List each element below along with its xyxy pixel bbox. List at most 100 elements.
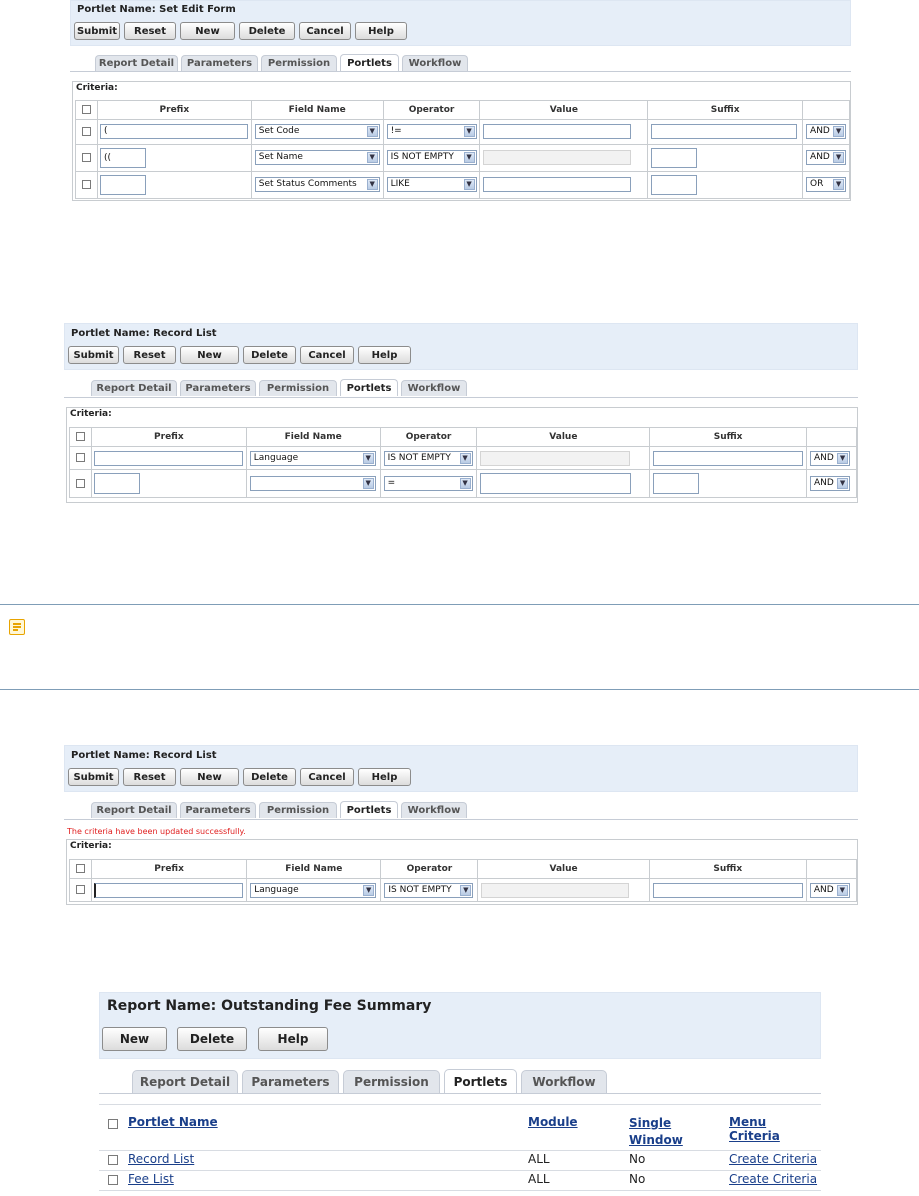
prefix-input[interactable]: [94, 883, 244, 898]
single-window-column-header[interactable]: Single Window: [629, 1115, 699, 1149]
tab-parameters[interactable]: Parameters: [181, 55, 258, 71]
row-checkbox[interactable]: [75, 453, 85, 462]
reset-button[interactable]: Reset: [123, 768, 176, 786]
tab-permission[interactable]: Permission: [259, 380, 337, 396]
portlet-fee-list-link[interactable]: Fee List: [128, 1172, 174, 1186]
tab-portlets[interactable]: Portlets: [340, 379, 398, 396]
tab-portlets[interactable]: Portlets: [340, 54, 399, 71]
prefix-input[interactable]: [93, 451, 243, 466]
row-checkbox[interactable]: [108, 1155, 118, 1165]
suffix-input[interactable]: [651, 175, 698, 195]
tab-report-detail[interactable]: Report Detail: [91, 380, 177, 396]
prefix-input[interactable]: [99, 175, 146, 195]
value-input[interactable]: [483, 177, 632, 192]
select-all-checkbox[interactable]: [81, 105, 91, 114]
value-input-disabled: [480, 451, 631, 466]
tab-parameters[interactable]: Parameters: [180, 380, 256, 396]
field-name-select[interactable]: ▼: [249, 476, 376, 491]
value-input[interactable]: [483, 124, 632, 139]
module-column-header[interactable]: Module: [528, 1115, 578, 1129]
operator-select[interactable]: LIKE ▼: [386, 177, 477, 192]
reset-button[interactable]: Reset: [124, 22, 176, 40]
logic-select[interactable]: AND ▼: [806, 150, 847, 165]
tab-parameters[interactable]: Parameters: [180, 802, 256, 818]
cancel-button[interactable]: Cancel: [299, 22, 351, 40]
suffix-input[interactable]: [652, 883, 803, 898]
prefix-input[interactable]: (: [99, 124, 248, 139]
tab-report-detail[interactable]: Report Detail: [91, 802, 177, 818]
help-button[interactable]: Help: [258, 1027, 328, 1051]
tab-parameters[interactable]: Parameters: [242, 1070, 339, 1093]
portlet-record-list-link[interactable]: Record List: [128, 1152, 194, 1166]
tab-permission[interactable]: Permission: [259, 802, 337, 818]
tab-report-detail[interactable]: Report Detail: [132, 1070, 238, 1093]
tab-workflow[interactable]: Workflow: [402, 55, 468, 71]
select-all-checkbox[interactable]: [75, 432, 85, 441]
tab-workflow[interactable]: Workflow: [521, 1070, 607, 1093]
tab-workflow[interactable]: Workflow: [401, 380, 467, 396]
operator-select[interactable]: IS NOT EMPTY ▼: [384, 883, 474, 898]
help-button[interactable]: Help: [358, 768, 411, 786]
field-name-select[interactable]: Set Name ▼: [254, 150, 380, 165]
tab-report-detail[interactable]: Report Detail: [95, 55, 178, 71]
new-button[interactable]: New: [180, 22, 235, 40]
field-name-select[interactable]: Set Code ▼: [254, 124, 380, 139]
help-button[interactable]: Help: [355, 22, 407, 40]
operator-select[interactable]: IS NOT EMPTY ▼: [386, 150, 477, 165]
logic-select[interactable]: AND ▼: [810, 476, 851, 491]
operator-select[interactable]: IS NOT EMPTY ▼: [383, 451, 473, 466]
tab-workflow[interactable]: Workflow: [401, 802, 467, 818]
suffix-header: Suffix: [647, 100, 804, 120]
new-button[interactable]: New: [180, 768, 239, 786]
cancel-button[interactable]: Cancel: [300, 768, 354, 786]
logic-select[interactable]: AND ▼: [806, 124, 847, 139]
select-all-checkbox[interactable]: [108, 1119, 118, 1129]
field-name-select[interactable]: Set Status Comments ▼: [254, 177, 380, 192]
suffix-input[interactable]: [653, 451, 804, 466]
suffix-input[interactable]: [651, 124, 798, 139]
prefix-input[interactable]: ((: [99, 148, 146, 168]
row-checkbox[interactable]: [76, 885, 85, 894]
delete-button[interactable]: Delete: [243, 346, 296, 364]
operator-select[interactable]: != ▼: [386, 124, 477, 139]
menu-criteria-column-header[interactable]: Menu Criteria: [729, 1115, 821, 1143]
row-checkbox[interactable]: [75, 478, 85, 488]
prefix-input[interactable]: [93, 473, 140, 494]
submit-button[interactable]: Submit: [74, 22, 120, 40]
logic-select[interactable]: AND ▼: [809, 883, 850, 898]
report-name-title: Report Name: Outstanding Fee Summary: [107, 998, 432, 1014]
tab-permission[interactable]: Permission: [343, 1070, 440, 1093]
new-button[interactable]: New: [102, 1027, 167, 1051]
suffix-input[interactable]: [653, 473, 700, 494]
tab-portlets[interactable]: Portlets: [340, 801, 398, 818]
suffix-input[interactable]: [651, 148, 698, 168]
delete-button[interactable]: Delete: [177, 1027, 247, 1051]
delete-button[interactable]: Delete: [243, 768, 296, 786]
submit-button[interactable]: Submit: [68, 346, 119, 364]
reset-button[interactable]: Reset: [123, 346, 176, 364]
submit-button[interactable]: Submit: [68, 768, 119, 786]
delete-button[interactable]: Delete: [239, 22, 295, 40]
row-checkbox[interactable]: [81, 153, 91, 162]
select-all-checkbox[interactable]: [76, 864, 85, 873]
row-checkbox[interactable]: [108, 1175, 118, 1185]
criteria-header-row: Prefix Field Name Operator Value Suffix: [75, 100, 850, 120]
field-name-select[interactable]: Language ▼: [249, 451, 376, 466]
row-checkbox[interactable]: [81, 180, 91, 189]
operator-select[interactable]: = ▼: [383, 476, 473, 491]
value-input[interactable]: [480, 473, 632, 494]
new-button[interactable]: New: [180, 346, 239, 364]
tab-divider: [70, 71, 851, 72]
tab-portlets[interactable]: Portlets: [444, 1069, 517, 1093]
portlet-name-column-header[interactable]: Portlet Name: [128, 1115, 218, 1129]
create-criteria-link[interactable]: Create Criteria: [729, 1172, 817, 1186]
logic-select[interactable]: OR ▼: [806, 177, 847, 192]
tab-bar: Report Detail Parameters Permission Port…: [95, 54, 471, 71]
help-button[interactable]: Help: [358, 346, 411, 364]
tab-permission[interactable]: Permission: [261, 55, 337, 71]
create-criteria-link[interactable]: Create Criteria: [729, 1152, 817, 1166]
cancel-button[interactable]: Cancel: [300, 346, 354, 364]
field-name-select[interactable]: Language ▼: [250, 883, 377, 898]
row-checkbox[interactable]: [81, 127, 91, 136]
logic-select[interactable]: AND ▼: [810, 451, 851, 466]
